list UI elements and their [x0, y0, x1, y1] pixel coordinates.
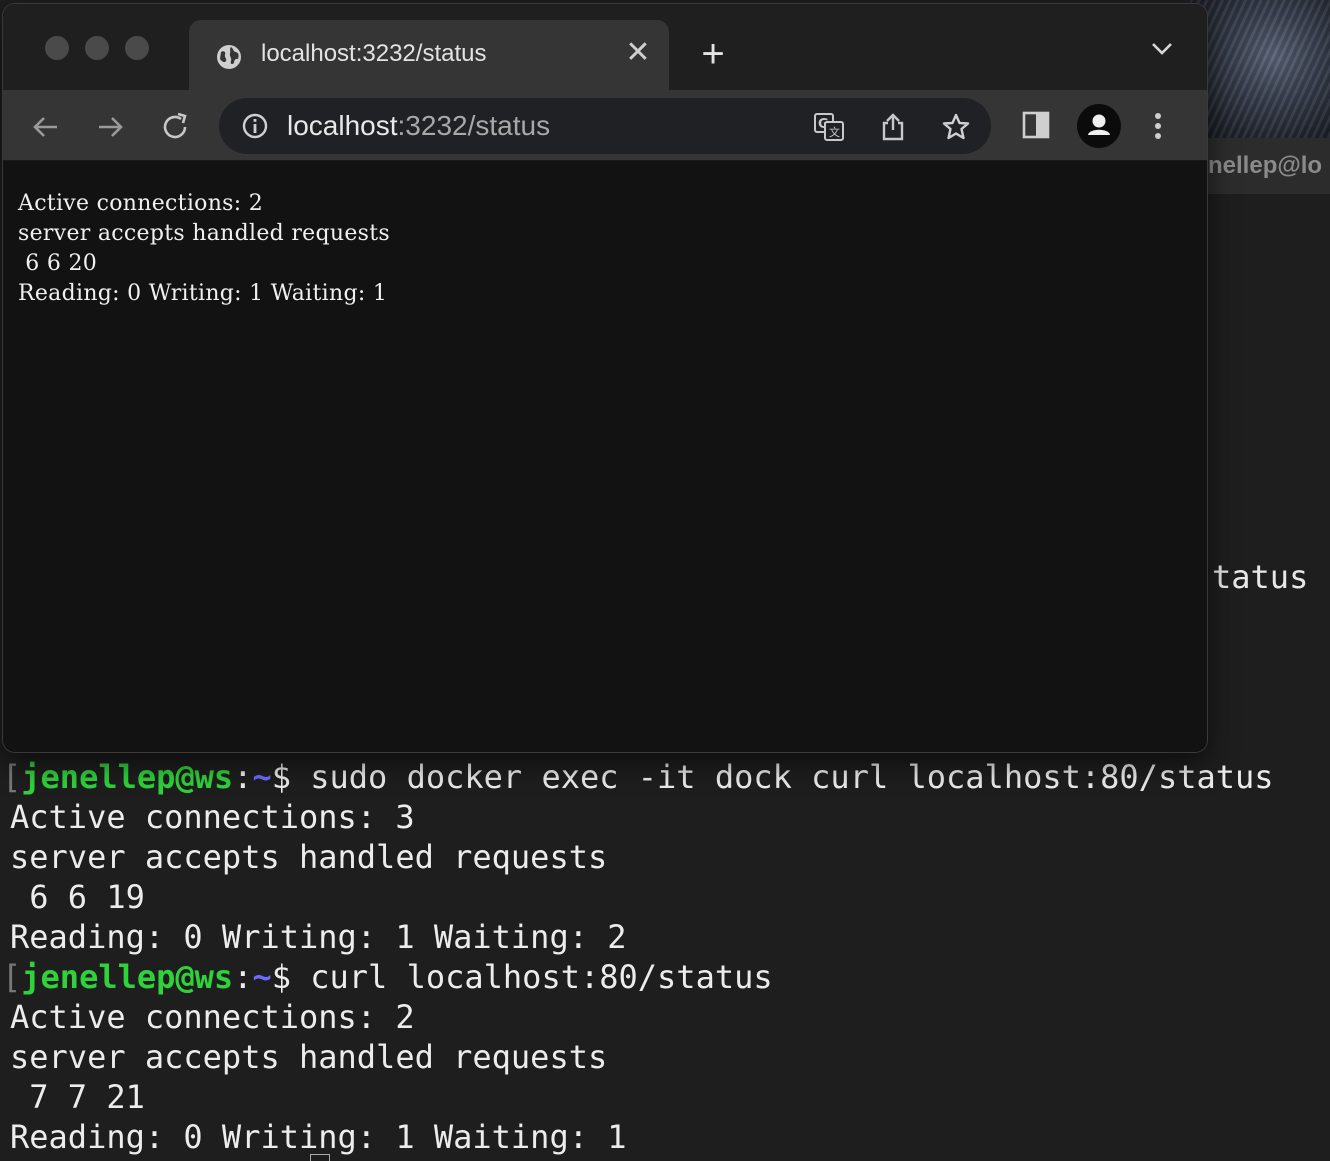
status-text: Active connections: 2 server accepts hand…: [18, 189, 390, 309]
terminal-prompt-line: [jenellep@ws:~$ curl localhost:80/status: [2, 957, 1330, 997]
browser-window: localhost:3232/status ✕ + localhost:3232…: [3, 4, 1207, 752]
terminal-output[interactable]: [jenellep@ws:~$ sudo docker exec -it doc…: [2, 757, 1330, 1157]
prompt-dollar: $: [271, 758, 291, 796]
star-icon[interactable]: [941, 112, 971, 147]
status-line: 6 6 20: [18, 251, 98, 276]
page-content: Active connections: 2 server accepts hand…: [3, 161, 1207, 752]
plus-icon[interactable]: +: [693, 34, 733, 74]
terminal-command: curl localhost:80/status: [290, 958, 773, 996]
forward-arrow-icon[interactable]: [93, 110, 127, 144]
back-arrow-icon[interactable]: [29, 110, 63, 144]
terminal-command: sudo docker exec -it dock curl localhost…: [290, 758, 1274, 796]
tab-title: localhost:3232/status: [261, 40, 487, 67]
terminal-prompt-line: [jenellep@ws:~$ sudo docker exec -it doc…: [2, 757, 1330, 797]
terminal-output-line: server accepts handled requests: [10, 1038, 608, 1076]
svg-text:文: 文: [829, 125, 840, 139]
kebab-menu-icon[interactable]: [1151, 110, 1165, 147]
info-icon[interactable]: [241, 112, 269, 145]
address-bar[interactable]: localhost:3232/status G 文: [219, 98, 991, 154]
prompt-path: ~: [252, 958, 272, 996]
globe-icon: [215, 43, 243, 76]
reload-icon[interactable]: [158, 110, 192, 144]
close-icon[interactable]: ✕: [623, 38, 653, 68]
status-line: Reading: 0 Writing: 1 Waiting: 1: [18, 281, 388, 306]
translate-icon[interactable]: G 文: [813, 112, 845, 147]
terminal-peek-text: tatus: [1212, 558, 1309, 596]
prompt-user: jenellep@ws: [21, 958, 234, 996]
close-window-button[interactable]: [45, 36, 69, 60]
terminal-output-line: Reading: 0 Writing: 1 Waiting: 1: [10, 1118, 627, 1156]
url-host: localhost: [287, 110, 398, 141]
prompt-user: jenellep@ws: [21, 758, 234, 796]
status-line: Active connections: 2: [18, 191, 264, 216]
desktop-wallpaper: [1190, 0, 1330, 140]
profile-icon[interactable]: [1077, 104, 1121, 148]
status-line: server accepts handled requests: [18, 221, 390, 246]
prompt-path: ~: [252, 758, 272, 796]
prompt-colon: :: [233, 758, 253, 796]
terminal-output-line: server accepts handled requests: [10, 838, 608, 876]
zoom-window-button[interactable]: [125, 36, 149, 60]
url-path: :3232/status: [397, 110, 551, 141]
tab-strip: localhost:3232/status ✕ +: [3, 4, 1207, 90]
terminal-output-line: Active connections: 3: [10, 798, 415, 836]
prompt-bracket: [: [2, 958, 22, 996]
browser-toolbar: localhost:3232/status G 文: [3, 90, 1207, 161]
tab-localhost-status[interactable]: localhost:3232/status ✕: [189, 20, 669, 90]
prompt-bracket: [: [2, 758, 22, 796]
terminal-titlebar[interactable]: nellep@lo: [1190, 138, 1330, 195]
chevron-down-icon[interactable]: [1151, 42, 1173, 61]
share-icon[interactable]: [879, 112, 907, 147]
url-text[interactable]: localhost:3232/status: [287, 110, 550, 142]
terminal-output-line: Reading: 0 Writing: 1 Waiting: 2: [10, 918, 627, 956]
terminal-output-line: 6 6 19: [10, 878, 145, 916]
prompt-colon: :: [233, 958, 253, 996]
prompt-dollar: $: [271, 958, 291, 996]
terminal-output-line: 7 7 21: [10, 1078, 145, 1116]
terminal-output-line: Active connections: 2: [10, 998, 415, 1036]
side-panel-icon[interactable]: [1021, 110, 1051, 145]
minimize-window-button[interactable]: [85, 36, 109, 60]
terminal-title: nellep@lo: [1208, 152, 1323, 179]
